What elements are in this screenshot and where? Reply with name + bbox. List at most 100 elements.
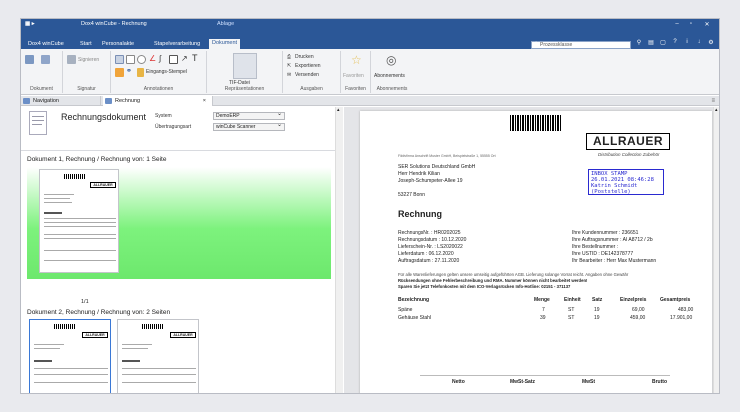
row-2-einzelpreis: 459,00 [630, 315, 646, 321]
arrow-icon[interactable]: ↗ [181, 54, 188, 63]
tab-dokument[interactable]: Dokument [209, 39, 241, 49]
layout-icon[interactable]: ▤ [647, 39, 655, 46]
tab-navigation[interactable]: Navigation [21, 96, 101, 106]
notice-line-1: Für alle Warenlieferungen gelten unsere … [398, 272, 629, 277]
document-1-page-thumbnail[interactable]: ALLRAUER [39, 169, 119, 273]
close-tab-icon[interactable]: × [203, 96, 206, 106]
scroll-up-icon[interactable]: ▴ [715, 107, 718, 113]
tab-start[interactable]: Start [77, 40, 95, 48]
col-satz: Satz [592, 297, 603, 303]
tab-stapelverarbeitung[interactable]: Stapelverarbeitung [151, 40, 203, 48]
group-dokument: Dokument [21, 51, 63, 93]
tab-dox4-wincube[interactable]: Dox4 winCube [25, 40, 67, 48]
sender-line: Fiktivfirma Anschrift Muster GmbH, Beisp… [398, 154, 496, 158]
group-label-repraesentationen: Repräsentationen [224, 86, 265, 92]
circle-icon[interactable] [137, 55, 146, 64]
col-bezeichnung: Bezeichnung [398, 297, 430, 303]
signieren-button[interactable]: Signieren [78, 57, 99, 63]
navigation-scrollbar[interactable]: ▴ [335, 107, 343, 393]
group-favoriten: ☆ Favoriten Favoriten [341, 51, 371, 93]
inbox-stamp: INBOX STAMP 26.01.2021 08:46:28 Katrin S… [588, 169, 664, 195]
pointer-icon[interactable] [126, 55, 135, 64]
barcode-icon [142, 324, 164, 329]
info-icon[interactable]: i [683, 39, 691, 45]
row-2-satz: 19 [594, 315, 600, 321]
order-date: Auftragsdatum : 27.11.2020 [398, 258, 460, 264]
document-2-page-2-thumbnail[interactable]: ALLRAUER [117, 319, 199, 393]
curve-icon[interactable]: ∫ [159, 54, 161, 63]
group-label-abonnements: Abonnements [376, 86, 408, 92]
barcode-icon [54, 324, 76, 329]
address-line-2: Herr Hendrik Kilian [398, 171, 440, 177]
close-button[interactable]: ✕ [703, 21, 711, 28]
pen-icon[interactable]: ∠ [149, 54, 156, 63]
clerk: Ihr Bearbeiter : Herr Max Mustermann [572, 258, 657, 264]
window-title: Dox4 winCube - Rechnung [81, 21, 147, 27]
row-1-bezeichnung: Späne [398, 307, 413, 313]
address-line-1: SER Solutions Deutschland GmbH [398, 164, 476, 170]
document-1-page-count: 1/1 [81, 299, 89, 305]
group-label-ausgaben: Ausgaben [300, 86, 323, 92]
rectangle-icon[interactable] [169, 55, 178, 64]
thumb-logo: ALLRAUER [170, 332, 196, 338]
scroll-up-icon[interactable]: ▴ [337, 107, 340, 113]
eingangs-stempel-dropdown[interactable]: Eingangs-Stempel [146, 69, 187, 75]
row-1-einheit: ST [568, 307, 575, 313]
tif-file-icon[interactable] [233, 53, 257, 79]
signature-icon[interactable] [67, 55, 76, 64]
printer-icon: ⎙ [287, 54, 292, 60]
notice-line-2: Rücksendungen ohne Fehlerbeschreibung un… [398, 278, 588, 283]
system-select[interactable]: DemoERP [213, 111, 285, 120]
panel-menu-icon[interactable]: ≡ [711, 96, 715, 106]
download-icon[interactable]: ↓ [695, 39, 703, 45]
help-icon[interactable]: ? [671, 39, 679, 45]
barcode-icon [64, 174, 86, 179]
abonnements-button[interactable]: Abonnements [374, 73, 405, 79]
text-icon[interactable]: T [192, 53, 198, 63]
subscription-icon[interactable]: ◎ [386, 53, 396, 67]
stamp-icon[interactable] [137, 68, 144, 77]
page-icon[interactable] [41, 55, 50, 64]
document-icon[interactable] [25, 55, 34, 64]
barcode-icon [510, 115, 562, 131]
col-gesamtpreis: Gesamtpreis [660, 297, 691, 303]
footer-divider [420, 375, 670, 376]
footer-mwst: MwSt [582, 379, 596, 385]
tab-rechnung[interactable]: Rechnung × [103, 96, 213, 106]
navigation-pane: Rechnungsdokument System DemoERP Übertra… [21, 107, 343, 393]
window-icon[interactable]: ▢ [659, 39, 667, 46]
app-window: ▦ ▸ Dox4 winCube - Rechnung Ablage – ▫ ✕… [20, 18, 720, 394]
select-icon[interactable] [115, 55, 124, 64]
thumb-logo: ALLRAUER [90, 182, 116, 188]
document-1-header[interactable]: Dokument 1, Rechnung / Rechnung von: 1 S… [27, 156, 166, 163]
expand-arrow-icon[interactable]: ▸ [533, 40, 541, 46]
invoice-document-icon [29, 111, 47, 135]
star-icon[interactable]: ☆ [351, 53, 362, 67]
document-viewer: ALLRAUER Distribution Collection Zubehör… [344, 107, 719, 393]
title-bar: ▦ ▸ Dox4 winCube - Rechnung Ablage – ▫ ✕ [21, 19, 719, 39]
group-label-dokument: Dokument [30, 86, 53, 92]
document-2-header[interactable]: Dokument 2, Rechnung / Rechnung von: 2 S… [27, 309, 170, 316]
search-input[interactable]: Prozessklasse [531, 41, 631, 49]
invoice-heading: Rechnung [398, 209, 442, 219]
tab-personalakte[interactable]: Personalakte [99, 40, 137, 48]
footer-mwst-satz: MwSt-Satz [510, 379, 535, 385]
viewer-scrollbar[interactable]: ▴ [713, 107, 719, 393]
mail-icon: ✉ [287, 72, 292, 78]
link-icon[interactable]: ⚭ [126, 67, 132, 75]
uebertragungsart-select[interactable]: winCube Scanner [213, 122, 285, 131]
highlight-icon[interactable] [115, 68, 124, 77]
drucken-button[interactable]: Drucken [295, 54, 314, 60]
minimize-button[interactable]: – [673, 21, 681, 27]
customer-number: Ihre Kundennummer : 236651 [572, 230, 639, 236]
settings-icon[interactable]: ⚙ [707, 39, 715, 46]
maximize-button[interactable]: ▫ [687, 21, 695, 27]
group-ausgaben: ⎙ Drucken ⇱ Exportieren ✉ Versenden Ausg… [283, 51, 341, 93]
row-1-menge: 7 [542, 307, 545, 313]
search-icon[interactable]: ⚲ [635, 39, 643, 46]
document-2-page-1-thumbnail[interactable]: ALLRAUER [29, 319, 111, 393]
favoriten-button[interactable]: Favoriten [343, 73, 364, 79]
document-info: Rechnungsdokument System DemoERP Übertra… [21, 107, 343, 151]
exportieren-button[interactable]: Exportieren [295, 63, 321, 69]
versenden-button[interactable]: Versenden [295, 72, 319, 78]
